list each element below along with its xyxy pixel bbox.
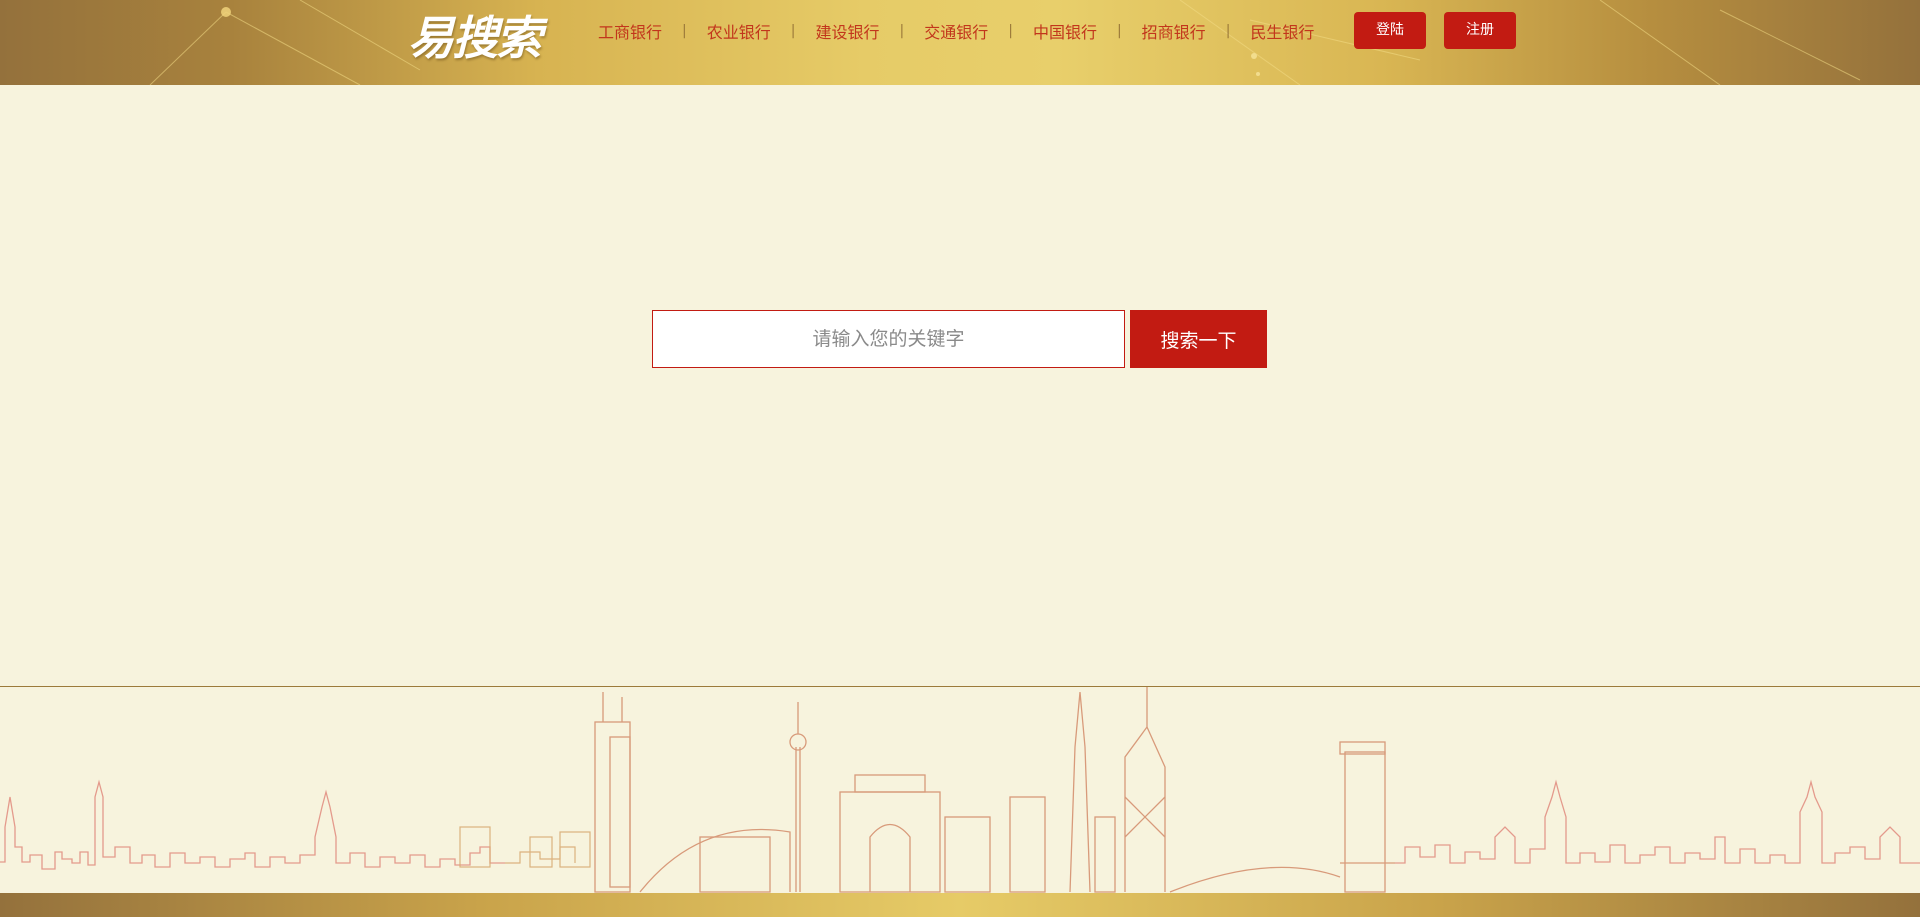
nav-separator: | — [682, 23, 687, 39]
nav-item-bank[interactable]: 农业银行 — [707, 19, 771, 43]
nav-item-bank[interactable]: 中国银行 — [1033, 19, 1097, 43]
nav-item-bank[interactable]: 招商银行 — [1142, 19, 1206, 43]
register-button[interactable]: 注册 — [1444, 12, 1516, 49]
site-logo[interactable]: 易搜索 — [408, 10, 542, 66]
nav-item-bank[interactable]: 民生银行 — [1250, 19, 1314, 43]
nav-separator: | — [1225, 23, 1231, 39]
nav-item-bank[interactable]: 工商银行 — [598, 19, 662, 43]
city-skyline-illustration — [0, 687, 1920, 893]
search-bar: 搜索一下 — [652, 310, 1267, 368]
login-button[interactable]: 登陆 — [1354, 12, 1426, 49]
nav-item-bank[interactable]: 交通银行 — [924, 19, 988, 43]
nav-separator: | — [1116, 23, 1122, 39]
header-bar: 易搜索 工商银行 | 农业银行 | 建设银行 | 交通银行 | 中国银行 | 招商银行 | 民生银行 登… — [0, 0, 1920, 85]
nav-separator: | — [899, 23, 905, 39]
nav-separator: | — [790, 23, 796, 39]
search-button[interactable]: 搜索一下 — [1130, 310, 1267, 368]
search-input[interactable] — [652, 310, 1125, 368]
bottom-bar — [0, 893, 1920, 917]
nav-separator: | — [1008, 23, 1013, 39]
bank-nav: 工商银行 | 农业银行 | 建设银行 | 交通银行 | 中国银行 | 招商银行 | 民生银行 — [598, 18, 1314, 44]
nav-item-bank[interactable]: 建设银行 — [815, 19, 879, 43]
